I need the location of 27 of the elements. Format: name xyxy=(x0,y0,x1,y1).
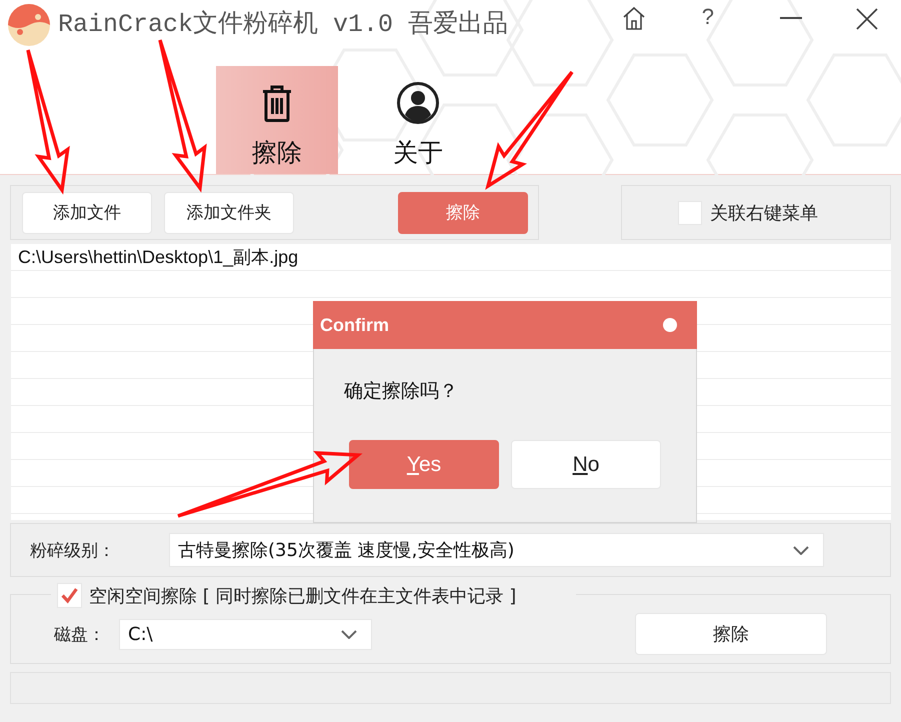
close-icon[interactable] xyxy=(856,8,878,30)
add-button[interactable]: 添加文件夹 xyxy=(164,192,294,234)
dot-icon[interactable] xyxy=(663,318,677,332)
help-button[interactable]: ? xyxy=(702,5,714,29)
chevron-down-icon xyxy=(793,546,809,554)
cancel-button[interactable]: No xyxy=(511,440,661,489)
nav-tab[interactable]: 关于 xyxy=(357,66,479,174)
chevron-down-icon xyxy=(341,630,357,638)
erase-button[interactable]: 擦除 xyxy=(635,613,827,655)
trash-icon xyxy=(262,84,292,122)
nav-tab[interactable]: 擦除 xyxy=(216,66,338,174)
shred-level-dropdown[interactable]: 古特曼擦除(35次覆盖 速度慢,安全性极高) xyxy=(169,533,824,567)
disk-label: 磁盘： xyxy=(54,624,105,646)
checkbox[interactable] xyxy=(678,200,702,224)
add-button[interactable]: 添加文件 xyxy=(22,192,152,234)
file-path[interactable]: C:\Users\hettin\Desktop\1_副本.jpg xyxy=(11,244,891,271)
shred-level-label: 粉碎级别： xyxy=(30,540,115,562)
home-icon[interactable] xyxy=(622,6,646,30)
dialog-message: 确定擦除吗？ xyxy=(344,379,458,403)
checkbox-label: 关联右键菜单 xyxy=(710,202,818,224)
disk-dropdown[interactable]: C:\ xyxy=(119,618,372,650)
app-logo-icon xyxy=(8,4,50,46)
checkbox[interactable] xyxy=(57,583,82,608)
user-icon xyxy=(397,82,439,124)
window-title: RainCrack文件粉碎机 v1.0 吾爱出品 xyxy=(58,8,508,38)
checkbox-label: 空闲空间擦除 [ 同时擦除已删文件在主文件表中记录 ] xyxy=(89,584,516,608)
dialog-title: Confirm xyxy=(320,314,389,336)
